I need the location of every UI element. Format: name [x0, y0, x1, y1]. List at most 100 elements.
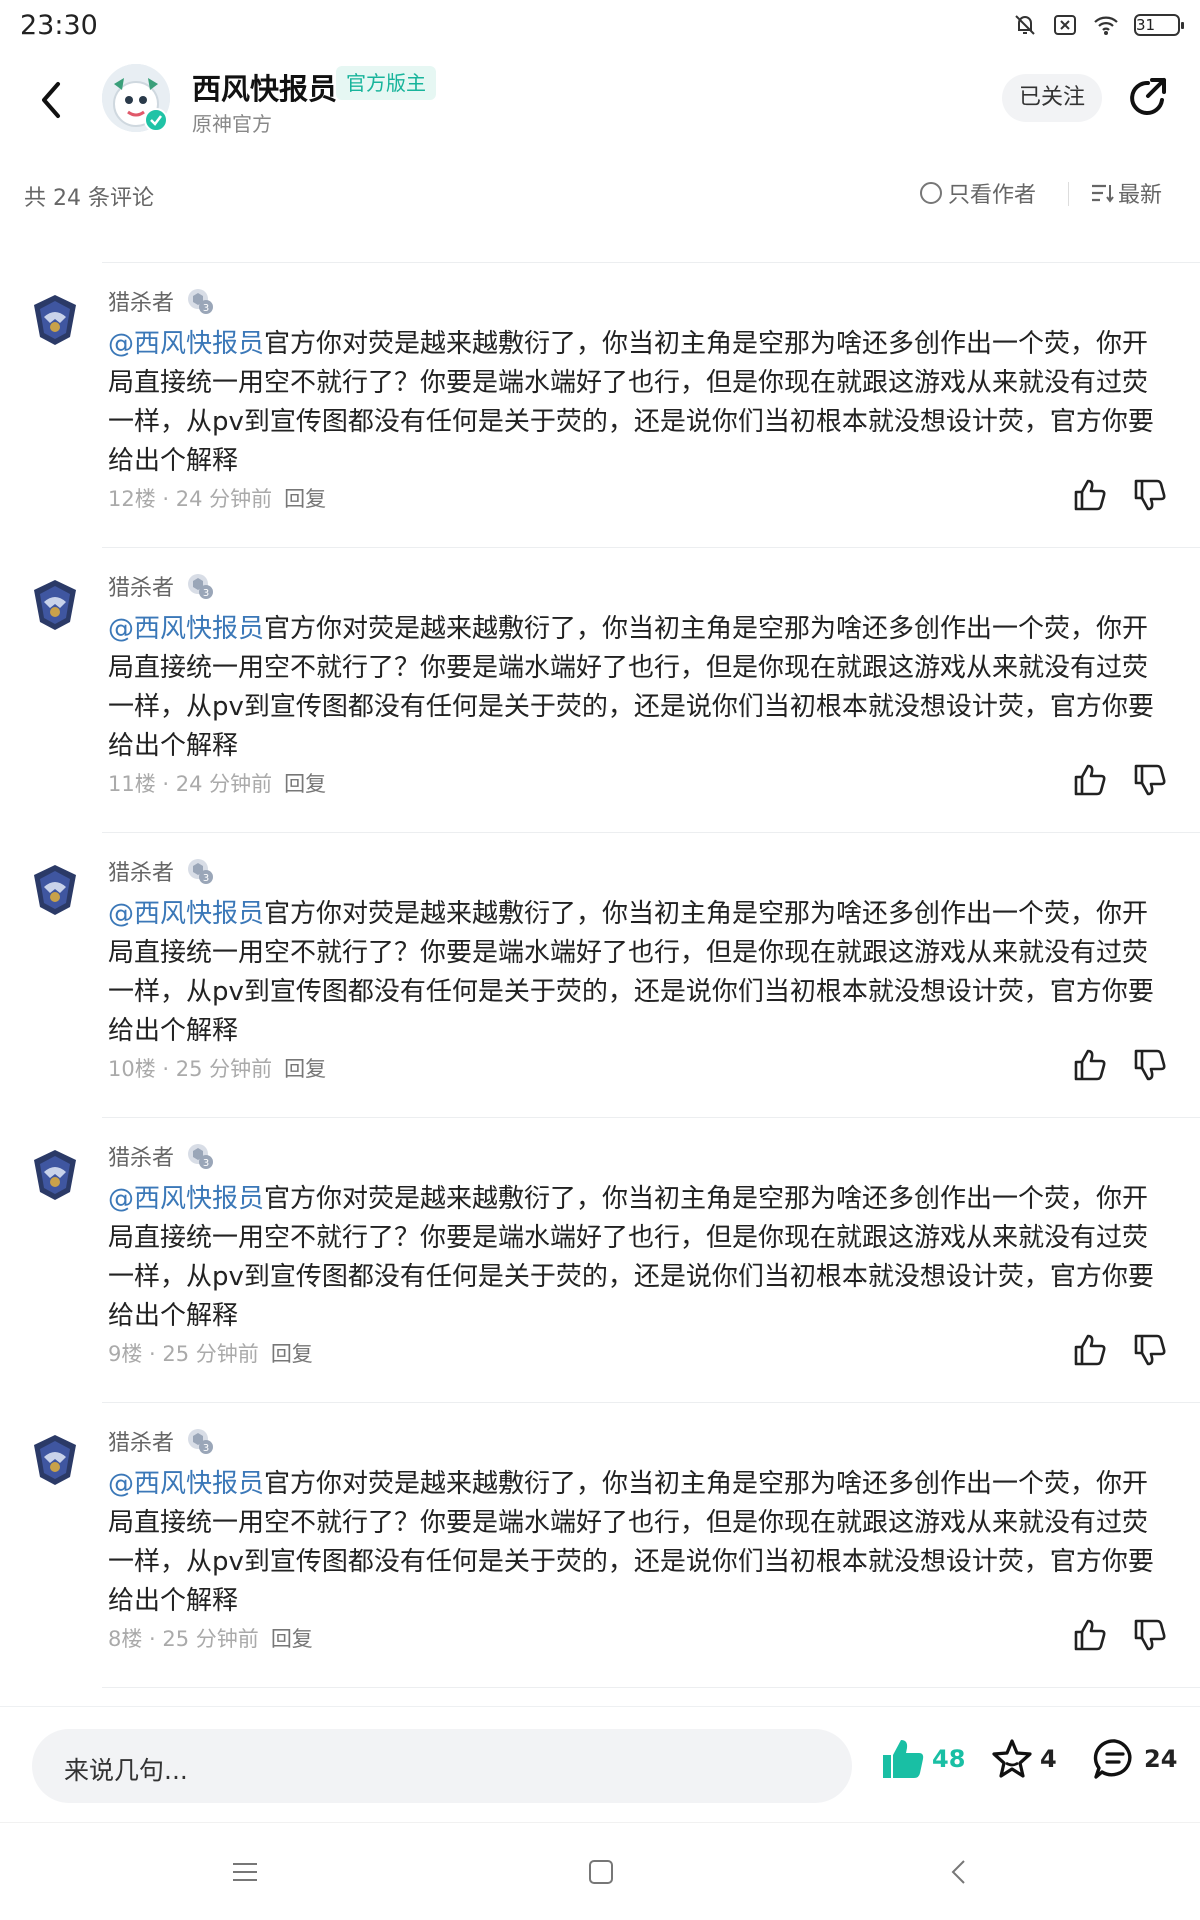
svg-text:3: 3: [203, 588, 209, 599]
dislike-button[interactable]: [1132, 762, 1168, 798]
post-header: 西风快报员 官方版主 原神官方 已关注: [0, 52, 1200, 152]
follow-button[interactable]: 已关注: [1002, 74, 1102, 122]
level-badge-icon: 3: [186, 572, 214, 600]
back-triangle-icon: [951, 1860, 965, 1884]
comment-count: 共 24 条评论: [24, 186, 154, 211]
comment-text: @西风快报员官方你对荧是越来越敷衍了，你当初主角是空那为啥还多创作出一个荧，你开…: [108, 325, 1170, 481]
dislike-button[interactable]: [1132, 477, 1168, 513]
like-count: 48: [932, 1745, 966, 1773]
commenter-avatar[interactable]: [30, 861, 80, 917]
comment-body: 官方你对荧是越来越敷衍了，你当初主角是空那为啥还多创作出一个荧，你开局直接统一用…: [108, 329, 1154, 476]
commenter-name[interactable]: 猎杀者: [108, 855, 174, 887]
verified-icon: [144, 108, 168, 132]
radio-circle-icon: [920, 182, 942, 204]
floor-number: 9楼: [108, 1342, 143, 1366]
menu-nav-button[interactable]: [230, 1857, 260, 1887]
reply-button[interactable]: 回复: [284, 772, 326, 796]
reply-button[interactable]: 回复: [284, 487, 326, 511]
thumbs-up-icon: [1074, 1334, 1106, 1366]
commenter-name[interactable]: 猎杀者: [108, 1425, 174, 1457]
commenter-name[interactable]: 猎杀者: [108, 285, 174, 317]
commenter-avatar[interactable]: [30, 576, 80, 632]
share-button[interactable]: [1124, 74, 1172, 122]
floor-number: 8楼: [108, 1627, 143, 1651]
wifi-icon: [1092, 13, 1120, 37]
comment-time: 25 分钟前: [175, 1057, 273, 1081]
like-button[interactable]: [1072, 762, 1108, 798]
like-button[interactable]: [1072, 477, 1108, 513]
thumbs-up-icon: [1074, 479, 1106, 511]
comment-time: 25 分钟前: [162, 1342, 259, 1366]
star-icon: [992, 1739, 1032, 1778]
commenter-avatar[interactable]: [30, 1146, 80, 1202]
comment-time: 25 分钟前: [162, 1627, 259, 1651]
like-button[interactable]: [1072, 1047, 1108, 1083]
comment-body: 官方你对荧是越来越敷衍了，你当初主角是空那为啥还多创作出一个荧，你开局直接统一用…: [108, 899, 1154, 1046]
sim-off-icon: [1052, 13, 1078, 37]
dislike-button[interactable]: [1132, 1047, 1168, 1083]
commenter-avatar[interactable]: [30, 1431, 80, 1487]
back-nav-button[interactable]: [944, 1857, 974, 1887]
comment-button[interactable]: 24: [1092, 1735, 1177, 1783]
comment-filter-bar: 共 24 条评论 只看作者 最新: [0, 152, 1200, 234]
comment-time: 24 分钟前: [175, 772, 273, 796]
sort-icon: [1092, 184, 1114, 203]
status-bar: 23:30 31: [0, 0, 1200, 52]
mute-notification-icon: [1012, 12, 1038, 38]
level-badge-icon: 3: [186, 287, 214, 315]
thumbs-down-icon: [1134, 1619, 1166, 1651]
author-only-toggle[interactable]: 只看作者: [920, 176, 1036, 210]
battery-icon: 31: [1134, 14, 1184, 36]
floor-number: 12楼: [108, 487, 156, 511]
home-nav-button[interactable]: [586, 1857, 616, 1887]
level-badge-icon: 3: [186, 1142, 214, 1170]
menu-icon: [233, 1863, 257, 1881]
mention-link[interactable]: @西风快报员: [108, 899, 264, 929]
svg-text:3: 3: [203, 873, 209, 884]
dislike-button[interactable]: [1132, 1332, 1168, 1368]
clock: 23:30: [20, 10, 98, 41]
like-button[interactable]: [1072, 1332, 1108, 1368]
comment-input[interactable]: 来说几句...: [32, 1729, 852, 1803]
floor-number: 10楼: [108, 1057, 156, 1081]
comment-meta: 8楼 · 25 分钟前 回复: [108, 1627, 313, 1651]
level-badge-icon: 3: [186, 857, 214, 885]
favorite-button[interactable]: 4: [990, 1735, 1057, 1783]
share-icon: [1130, 78, 1166, 115]
author-name[interactable]: 西风快报员: [192, 66, 337, 108]
comment-divider: [102, 1687, 1200, 1688]
filter-divider: [1068, 182, 1069, 206]
thumbs-up-icon: [1074, 764, 1106, 796]
floor-number: 11楼: [108, 772, 156, 796]
mention-link[interactable]: @西风快报员: [108, 1469, 264, 1499]
comment-meta: 11楼 · 24 分钟前 回复: [108, 772, 327, 796]
comment-item: 猎杀者 3 @西风快报员官方你对荧是越来越敷衍了，你当初主角是空那为啥还多创作出…: [0, 1403, 1200, 1688]
comment-meta: 10楼 · 25 分钟前 回复: [108, 1057, 327, 1081]
like-button[interactable]: [1072, 1617, 1108, 1653]
mention-link[interactable]: @西风快报员: [108, 614, 264, 644]
post-like-button[interactable]: 48: [880, 1735, 965, 1783]
thumbs-up-icon: [1074, 1619, 1106, 1651]
commenter-name[interactable]: 猎杀者: [108, 1140, 174, 1172]
comment-body: 官方你对荧是越来越敷衍了，你当初主角是空那为啥还多创作出一个荧，你开局直接统一用…: [108, 1184, 1154, 1331]
mention-link[interactable]: @西风快报员: [108, 1184, 264, 1214]
comment-item: 猎杀者 3 @西风快报员官方你对荧是越来越敷衍了，你当初主角是空那为啥还多创作出…: [0, 263, 1200, 548]
back-button[interactable]: [32, 74, 72, 126]
thumbs-down-icon: [1134, 764, 1166, 796]
reply-button[interactable]: 回复: [284, 1057, 326, 1081]
svg-text:3: 3: [203, 303, 209, 314]
moderator-badge: 官方版主: [336, 66, 436, 100]
comment-bubble-icon: [1093, 1739, 1132, 1779]
reply-button[interactable]: 回复: [271, 1627, 313, 1651]
commenter-avatar[interactable]: [30, 291, 80, 347]
comment-body: 官方你对荧是越来越敷衍了，你当初主角是空那为啥还多创作出一个荧，你开局直接统一用…: [108, 614, 1154, 761]
system-nav-bar: [0, 1822, 1200, 1920]
commenter-name[interactable]: 猎杀者: [108, 570, 174, 602]
dislike-button[interactable]: [1132, 1617, 1168, 1653]
thumbs-down-icon: [1134, 1334, 1166, 1366]
sort-button[interactable]: 最新: [1090, 176, 1162, 210]
svg-text:3: 3: [203, 1158, 209, 1169]
mention-link[interactable]: @西风快报员: [108, 329, 264, 359]
comment-meta: 9楼 · 25 分钟前 回复: [108, 1342, 313, 1366]
reply-button[interactable]: 回复: [271, 1342, 313, 1366]
